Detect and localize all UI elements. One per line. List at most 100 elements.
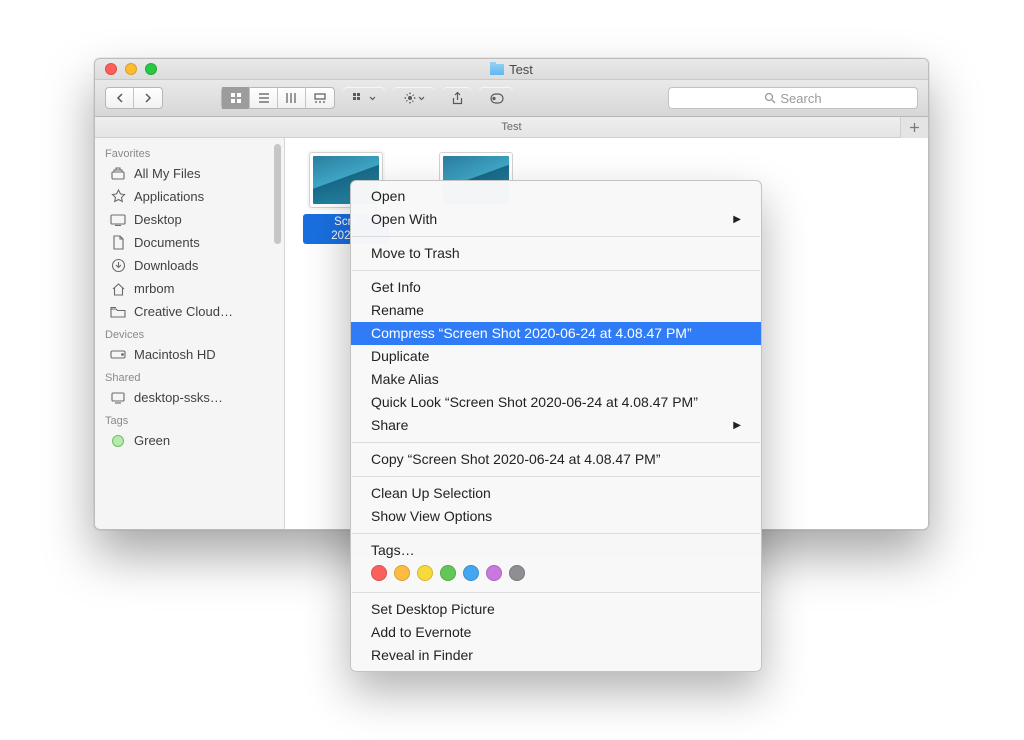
- gallery-view-button[interactable]: [306, 87, 334, 109]
- sidebar-item-label: Desktop: [134, 212, 182, 227]
- minimize-window-button[interactable]: [125, 63, 137, 75]
- downloads-icon: [109, 258, 127, 273]
- menu-compress[interactable]: Compress “Screen Shot 2020-06-24 at 4.08…: [351, 322, 761, 345]
- menu-item-label: Open With: [371, 210, 437, 229]
- tag-color-yellow[interactable]: [417, 565, 433, 581]
- documents-icon: [109, 235, 127, 250]
- menu-reveal-in-finder[interactable]: Reveal in Finder: [351, 644, 761, 667]
- sidebar-shared-label: Shared: [95, 366, 284, 386]
- share-button[interactable]: [443, 87, 471, 109]
- menu-tags[interactable]: Tags…: [351, 539, 761, 562]
- applications-icon: [109, 189, 127, 204]
- sidebar-item-all-my-files[interactable]: All My Files: [95, 162, 284, 185]
- column-view-button[interactable]: [278, 87, 306, 109]
- sidebar: Favorites All My Files Applications Desk…: [95, 138, 285, 529]
- window-title-text: Test: [509, 62, 533, 77]
- sidebar-scrollbar[interactable]: [274, 144, 281, 244]
- menu-separator: [352, 533, 760, 534]
- sidebar-item-macintosh-hd[interactable]: Macintosh HD: [95, 343, 284, 366]
- sidebar-item-tag-green[interactable]: Green: [95, 429, 284, 452]
- menu-view-options[interactable]: Show View Options: [351, 505, 761, 528]
- home-icon: [109, 282, 127, 296]
- submenu-arrow-icon: ▶: [733, 210, 741, 229]
- close-window-button[interactable]: [105, 63, 117, 75]
- sidebar-item-label: Downloads: [134, 258, 198, 273]
- list-view-button[interactable]: [250, 87, 278, 109]
- path-bar-label: Test: [501, 121, 521, 133]
- menu-item-label: Open: [371, 187, 405, 206]
- menu-add-evernote[interactable]: Add to Evernote: [351, 621, 761, 644]
- menu-move-to-trash[interactable]: Move to Trash: [351, 242, 761, 265]
- tag-color-blue[interactable]: [463, 565, 479, 581]
- menu-separator: [352, 236, 760, 237]
- tag-color-purple[interactable]: [486, 565, 502, 581]
- menu-quick-look[interactable]: Quick Look “Screen Shot 2020-06-24 at 4.…: [351, 391, 761, 414]
- sidebar-item-downloads[interactable]: Downloads: [95, 254, 284, 277]
- folder-icon: [490, 64, 504, 75]
- all-my-files-icon: [109, 167, 127, 180]
- menu-duplicate[interactable]: Duplicate: [351, 345, 761, 368]
- sidebar-favorites-label: Favorites: [95, 142, 284, 162]
- tag-color-green[interactable]: [440, 565, 456, 581]
- menu-item-label: Reveal in Finder: [371, 646, 473, 665]
- menu-share[interactable]: Share▶: [351, 414, 761, 437]
- menu-open[interactable]: Open: [351, 185, 761, 208]
- menu-item-label: Tags…: [371, 541, 415, 560]
- context-menu: Open Open With ▶ Move to Trash Get Info R…: [350, 180, 762, 672]
- menu-item-label: Rename: [371, 301, 424, 320]
- tags-button[interactable]: [479, 87, 513, 109]
- sidebar-item-documents[interactable]: Documents: [95, 231, 284, 254]
- menu-set-desktop[interactable]: Set Desktop Picture: [351, 598, 761, 621]
- menu-separator: [352, 442, 760, 443]
- sidebar-item-desktop[interactable]: Desktop: [95, 208, 284, 231]
- menu-rename[interactable]: Rename: [351, 299, 761, 322]
- icon-view-button[interactable]: [222, 87, 250, 109]
- tag-color-gray[interactable]: [509, 565, 525, 581]
- sidebar-item-creative-cloud[interactable]: Creative Cloud…: [95, 300, 284, 323]
- menu-item-label: Show View Options: [371, 507, 492, 526]
- sidebar-item-shared-computer[interactable]: desktop-ssks…: [95, 386, 284, 409]
- search-placeholder: Search: [780, 91, 821, 106]
- toolbar: Search: [95, 80, 928, 117]
- menu-separator: [352, 476, 760, 477]
- submenu-arrow-icon: ▶: [733, 416, 741, 435]
- sidebar-tags-label: Tags: [95, 409, 284, 429]
- menu-separator: [352, 270, 760, 271]
- menu-make-alias[interactable]: Make Alias: [351, 368, 761, 391]
- menu-item-label: Clean Up Selection: [371, 484, 491, 503]
- sidebar-item-label: All My Files: [134, 166, 200, 181]
- menu-copy[interactable]: Copy “Screen Shot 2020-06-24 at 4.08.47 …: [351, 448, 761, 471]
- zoom-window-button[interactable]: [145, 63, 157, 75]
- window-title: Test: [95, 62, 928, 77]
- sidebar-item-applications[interactable]: Applications: [95, 185, 284, 208]
- disk-icon: [109, 349, 127, 360]
- menu-item-label: Copy “Screen Shot 2020-06-24 at 4.08.47 …: [371, 450, 661, 469]
- menu-item-label: Make Alias: [371, 370, 439, 389]
- back-button[interactable]: [106, 87, 134, 109]
- tag-color-red[interactable]: [371, 565, 387, 581]
- sidebar-item-label: Applications: [134, 189, 204, 204]
- view-mode-buttons: [221, 87, 335, 109]
- traffic-lights: [105, 63, 157, 75]
- search-field[interactable]: Search: [668, 87, 918, 109]
- sidebar-item-label: Creative Cloud…: [134, 304, 233, 319]
- forward-button[interactable]: [134, 87, 162, 109]
- sidebar-item-label: Green: [134, 433, 170, 448]
- nav-buttons: [105, 87, 163, 109]
- menu-item-label: Get Info: [371, 278, 421, 297]
- action-button[interactable]: [393, 87, 435, 109]
- sidebar-item-label: Macintosh HD: [134, 347, 216, 362]
- sidebar-item-home[interactable]: mrbom: [95, 277, 284, 300]
- menu-open-with[interactable]: Open With ▶: [351, 208, 761, 231]
- folder-icon: [109, 306, 127, 318]
- search-icon: [764, 92, 776, 104]
- sidebar-devices-label: Devices: [95, 323, 284, 343]
- tag-color-orange[interactable]: [394, 565, 410, 581]
- sidebar-item-label: desktop-ssks…: [134, 390, 223, 405]
- sidebar-item-label: Documents: [134, 235, 200, 250]
- menu-clean-up[interactable]: Clean Up Selection: [351, 482, 761, 505]
- arrange-button[interactable]: [343, 87, 385, 109]
- menu-get-info[interactable]: Get Info: [351, 276, 761, 299]
- add-tab-button[interactable]: [900, 117, 928, 138]
- menu-item-label: Duplicate: [371, 347, 429, 366]
